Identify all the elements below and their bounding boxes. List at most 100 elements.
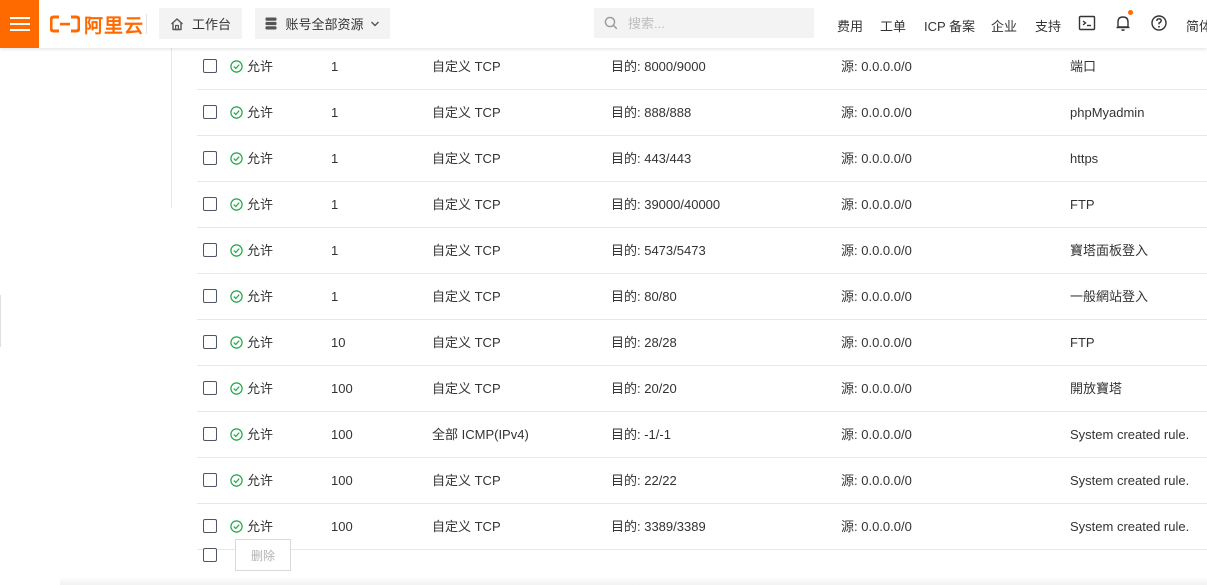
help-button[interactable] [1150, 14, 1168, 37]
terminal-button[interactable] [1078, 14, 1096, 37]
bottom-shadow [60, 577, 1207, 585]
port-range-cell: 目的: 80/80 [611, 289, 677, 304]
description-cell: 開放寶塔 [1070, 381, 1123, 396]
priority-cell: 1 [331, 289, 339, 304]
policy-label: 允许 [247, 59, 274, 74]
table-row: 允许 100 自定义 TCP 目的: 22/22 源: 0.0.0.0/0 Sy… [197, 458, 1207, 504]
help-icon [1151, 15, 1167, 31]
check-circle-icon [230, 382, 243, 395]
notification-badge [1128, 10, 1133, 15]
check-circle-icon [230, 60, 243, 73]
resource-scope-label: 账号全部资源 [285, 17, 364, 32]
topbar-divider [146, 14, 147, 34]
hamburger-menu-button[interactable] [0, 0, 39, 48]
protocol-cell: 自定义 TCP [432, 519, 501, 534]
source-cell: 源: 0.0.0.0/0 [841, 289, 912, 304]
port-range-cell: 目的: 8000/9000 [611, 59, 706, 74]
select-all-checkbox[interactable] [203, 548, 217, 562]
row-checkbox[interactable] [203, 519, 217, 533]
description-cell: phpMyadmin [1070, 105, 1145, 120]
policy-label: 允许 [247, 473, 274, 488]
search-box[interactable] [594, 8, 814, 38]
row-checkbox[interactable] [203, 335, 217, 349]
table-row: 允许 100 自定义 TCP 目的: 20/20 源: 0.0.0.0/0 開放… [197, 366, 1207, 412]
policy-cell: 允许 [230, 228, 273, 273]
protocol-cell: 自定义 TCP [432, 473, 501, 488]
source-cell: 源: 0.0.0.0/0 [841, 105, 912, 120]
policy-label: 允许 [247, 381, 274, 396]
nav-billing[interactable]: 费用 [837, 16, 863, 35]
workbench-label: 工作台 [191, 17, 231, 32]
row-checkbox[interactable] [203, 473, 217, 487]
port-range-cell: 目的: 28/28 [611, 335, 677, 350]
table-row: 允许 1 自定义 TCP 目的: 5473/5473 源: 0.0.0.0/0 … [197, 228, 1207, 274]
nav-ticket[interactable]: 工单 [880, 16, 906, 35]
search-input[interactable] [626, 14, 800, 32]
port-range-cell: 目的: 22/22 [611, 473, 677, 488]
row-checkbox[interactable] [203, 151, 217, 165]
port-range-cell: 目的: -1/-1 [611, 427, 671, 442]
protocol-cell: 全部 ICMP(IPv4) [432, 427, 529, 442]
priority-cell: 10 [331, 335, 346, 350]
nav-icp[interactable]: ICP 备案 [924, 16, 975, 35]
description-cell: System created rule. [1070, 427, 1190, 442]
policy-label: 允许 [247, 289, 274, 304]
priority-cell: 1 [331, 197, 339, 212]
protocol-cell: 自定义 TCP [432, 197, 501, 212]
row-checkbox[interactable] [203, 381, 217, 395]
policy-cell: 允许 [230, 366, 273, 411]
aliyun-logo[interactable]: 阿里云 [50, 11, 144, 37]
policy-cell: 允许 [230, 182, 273, 227]
sidebar-collapse-handle[interactable] [0, 295, 1, 347]
priority-cell: 100 [331, 427, 353, 442]
table-row: 允许 1 自定义 TCP 目的: 80/80 源: 0.0.0.0/0 一般網站… [197, 274, 1207, 320]
port-range-cell: 目的: 39000/40000 [611, 197, 721, 212]
description-cell: 一般網站登入 [1070, 289, 1149, 304]
policy-cell: 允许 [230, 136, 273, 181]
resource-scope-select[interactable]: 账号全部资源 [255, 8, 390, 39]
protocol-cell: 自定义 TCP [432, 335, 501, 350]
nav-support[interactable]: 支持 [1035, 16, 1061, 35]
check-circle-icon [230, 244, 243, 257]
row-checkbox[interactable] [203, 289, 217, 303]
menu-icon [9, 17, 30, 31]
check-circle-icon [230, 106, 243, 119]
top-navigation-bar: 阿里云 工作台 账号全部资源 费用 工单 ICP 备案 企业 支持 [0, 0, 1207, 48]
row-checkbox[interactable] [203, 105, 217, 119]
row-checkbox[interactable] [203, 197, 217, 211]
sidebar-border [171, 48, 172, 208]
source-cell: 源: 0.0.0.0/0 [841, 427, 912, 442]
protocol-cell: 自定义 TCP [432, 381, 501, 396]
policy-cell: 允许 [230, 274, 273, 319]
port-range-cell: 目的: 3389/3389 [611, 519, 706, 534]
table-row: 允许 1 自定义 TCP 目的: 888/888 源: 0.0.0.0/0 ph… [197, 90, 1207, 136]
nav-enterprise[interactable]: 企业 [991, 16, 1017, 35]
row-checkbox[interactable] [203, 243, 217, 257]
priority-cell: 100 [331, 381, 353, 396]
priority-cell: 1 [331, 105, 339, 120]
table-row: 允许 100 全部 ICMP(IPv4) 目的: -1/-1 源: 0.0.0.… [197, 412, 1207, 458]
language-switch[interactable]: 简体 [1186, 16, 1207, 35]
priority-cell: 1 [331, 151, 339, 166]
policy-label: 允许 [247, 243, 274, 258]
source-cell: 源: 0.0.0.0/0 [841, 519, 912, 534]
check-circle-icon [230, 152, 243, 165]
source-cell: 源: 0.0.0.0/0 [841, 335, 912, 350]
row-checkbox[interactable] [203, 59, 217, 73]
chevron-down-icon [370, 21, 379, 26]
description-cell: 寶塔面板登入 [1070, 243, 1149, 258]
priority-cell: 100 [331, 473, 353, 488]
policy-label: 允许 [247, 335, 274, 350]
search-icon [604, 16, 618, 30]
check-circle-icon [230, 474, 243, 487]
protocol-cell: 自定义 TCP [432, 105, 501, 120]
row-checkbox[interactable] [203, 427, 217, 441]
check-circle-icon [230, 428, 243, 441]
aliyun-logo-icon [50, 15, 80, 33]
description-cell: System created rule. [1070, 473, 1190, 488]
notification-button[interactable] [1115, 14, 1131, 37]
protocol-cell: 自定义 TCP [432, 243, 501, 258]
delete-button[interactable]: 删除 [235, 539, 291, 571]
workbench-button[interactable]: 工作台 [159, 8, 242, 39]
protocol-cell: 自定义 TCP [432, 59, 501, 74]
